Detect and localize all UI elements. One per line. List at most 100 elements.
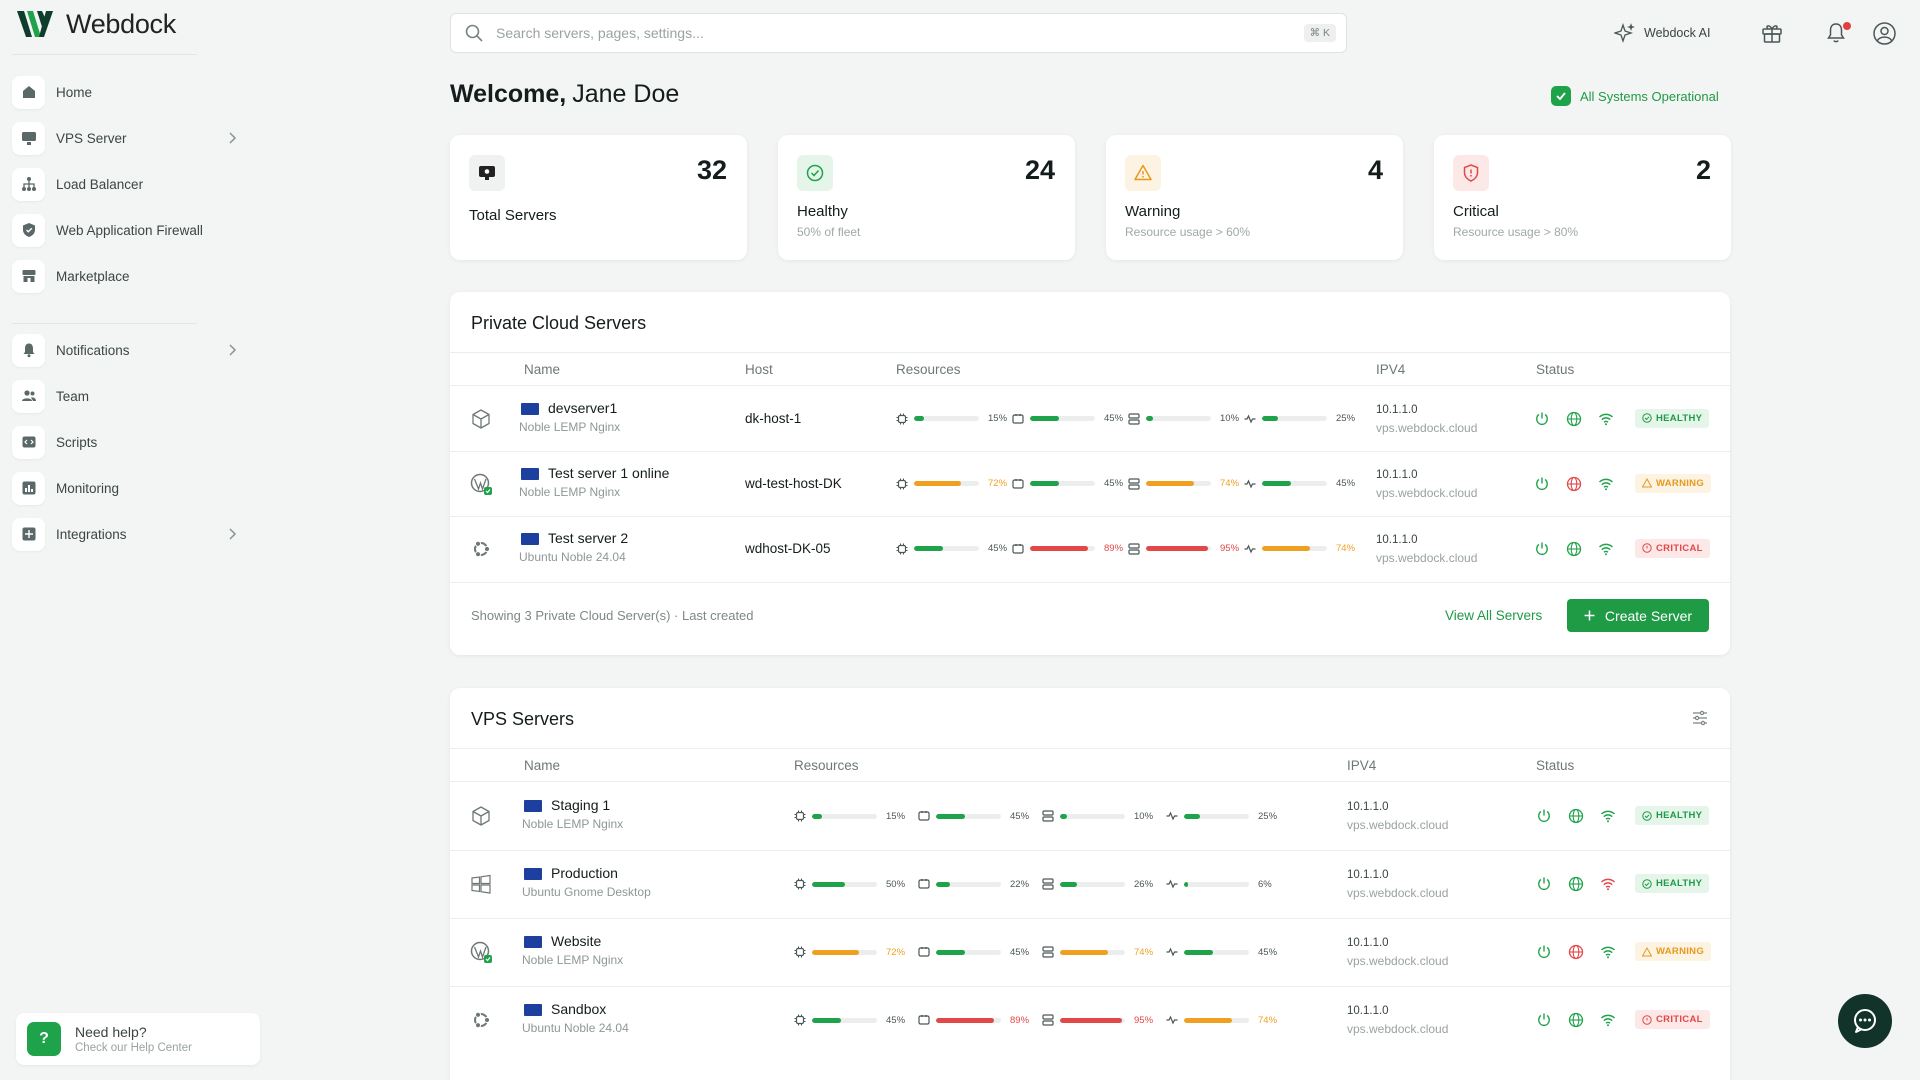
table-row[interactable]: devserver1 Noble LEMP Nginx dk-host-1 15% 45… — [450, 386, 1730, 451]
chevron-right-icon — [229, 132, 237, 144]
column-header-ipv4[interactable]: IPV4 — [1376, 362, 1405, 377]
cpu-icon — [794, 810, 806, 822]
server-name[interactable]: Website — [551, 933, 601, 949]
webdock-ai-button[interactable]: Webdock AI — [1614, 22, 1710, 44]
globe-icon[interactable] — [1566, 541, 1582, 557]
home-icon — [12, 75, 45, 109]
power-icon[interactable] — [1536, 876, 1552, 892]
server-name[interactable]: Production — [551, 865, 618, 881]
resource-meter: 45% — [918, 946, 1032, 958]
status-label: HEALTHY — [1656, 810, 1703, 821]
sidebar-item-vps-server[interactable]: VPS Server — [12, 118, 252, 158]
table-row[interactable]: Staging 1 Noble LEMP Nginx 15% 45% 10% 25% 10.… — [450, 782, 1730, 850]
system-status[interactable]: All Systems Operational — [1551, 86, 1719, 106]
chat-support-button[interactable] — [1838, 994, 1892, 1048]
gift-icon[interactable] — [1760, 21, 1784, 45]
power-icon[interactable] — [1536, 808, 1552, 824]
column-header-name[interactable]: Name — [524, 758, 560, 773]
wifi-icon[interactable] — [1600, 1012, 1616, 1028]
ip-address: 10.1.1.0 — [1347, 801, 1389, 813]
stat-card-critical[interactable]: 2 Critical Resource usage > 80% — [1434, 135, 1731, 260]
power-icon[interactable] — [1534, 411, 1550, 427]
usage-bar-fill — [936, 881, 951, 887]
cpu-icon — [896, 413, 908, 425]
sidebar-item-monitoring[interactable]: Monitoring — [12, 468, 252, 508]
power-icon[interactable] — [1534, 476, 1550, 492]
storage-icon — [1128, 477, 1140, 490]
column-header-name[interactable]: Name — [524, 362, 560, 377]
column-header-host[interactable]: Host — [745, 362, 773, 377]
stat-card-healthy[interactable]: 24 Healthy 50% of fleet — [778, 135, 1075, 260]
sidebar-item-home[interactable]: Home — [12, 72, 252, 112]
sidebar-item-load-balancer[interactable]: Load Balancer — [12, 164, 252, 204]
sidebar-item-notifications[interactable]: Notifications — [12, 330, 252, 370]
usage-bar — [914, 481, 979, 486]
sidebar-item-label: VPS Server — [56, 130, 127, 146]
storage-icon — [1128, 412, 1140, 425]
panel-title: VPS Servers — [471, 709, 575, 729]
sidebar-item-scripts[interactable]: Scripts — [12, 422, 252, 462]
globe-icon[interactable] — [1568, 944, 1584, 960]
usage-percent: 72% — [886, 946, 906, 958]
globe-icon[interactable] — [1566, 476, 1582, 492]
stat-card-total[interactable]: 32 Total Servers — [450, 135, 747, 260]
view-all-servers-link[interactable]: View All Servers — [1445, 608, 1542, 623]
wifi-icon[interactable] — [1600, 808, 1616, 824]
power-icon[interactable] — [1536, 944, 1552, 960]
column-header-status[interactable]: Status — [1536, 362, 1574, 377]
server-name[interactable]: Test server 2 — [548, 530, 628, 546]
globe-icon[interactable] — [1568, 876, 1584, 892]
search-input[interactable]: Search servers, pages, settings... — [496, 25, 704, 41]
usage-percent: 45% — [1010, 810, 1030, 822]
usage-bar-fill — [914, 546, 944, 551]
usage-bar — [812, 813, 877, 819]
stat-card-warning[interactable]: 4 Warning Resource usage > 60% — [1106, 135, 1403, 260]
table-row[interactable]: Sandbox Ubuntu Noble 24.04 45% 89% 95% 74% 10.… — [450, 986, 1730, 1054]
sidebar-item-marketplace[interactable]: Marketplace — [12, 256, 252, 296]
sidebar-item-integrations[interactable]: Integrations — [12, 514, 252, 554]
globe-icon[interactable] — [1568, 1012, 1584, 1028]
help-card[interactable]: ? Need help? Check our Help Center — [16, 1013, 260, 1065]
logo[interactable]: Webdock — [16, 8, 176, 40]
divider — [450, 748, 1730, 749]
server-domain: vps.webdock.cloud — [1347, 886, 1449, 900]
usage-percent: 15% — [886, 810, 906, 822]
power-icon[interactable] — [1534, 541, 1550, 557]
wifi-icon[interactable] — [1598, 541, 1614, 557]
server-os: Noble LEMP Nginx — [519, 419, 621, 434]
wifi-icon[interactable] — [1598, 411, 1614, 427]
globe-icon[interactable] — [1568, 808, 1584, 824]
server-name[interactable]: devserver1 — [548, 400, 617, 416]
resource-meter: 45% — [794, 1014, 908, 1026]
server-name[interactable]: Sandbox — [551, 1001, 606, 1017]
create-server-button[interactable]: Create Server — [1567, 599, 1709, 632]
status-badge: WARNING — [1635, 473, 1712, 493]
table-row[interactable]: Test server 1 online Noble LEMP Nginx wd-t… — [450, 451, 1730, 516]
server-name[interactable]: Staging 1 — [551, 797, 610, 813]
globe-icon[interactable] — [1566, 411, 1582, 427]
resource-meter: 74% — [1244, 543, 1358, 555]
filter-settings-icon[interactable] — [1691, 709, 1709, 727]
usage-bar — [1060, 813, 1125, 819]
column-header-resources[interactable]: Resources — [896, 362, 961, 377]
table-row[interactable]: Website Noble LEMP Nginx 72% 45% 74% 45% 10.1.… — [450, 918, 1730, 986]
column-header-status[interactable]: Status — [1536, 758, 1574, 773]
column-header-resources[interactable]: Resources — [794, 758, 859, 773]
usage-percent: 95% — [1134, 1014, 1154, 1026]
status-badge: HEALTHY — [1635, 408, 1710, 428]
user-avatar-icon[interactable] — [1872, 21, 1897, 46]
search-bar[interactable]: Search servers, pages, settings... ⌘ K — [450, 13, 1347, 53]
usage-bar-fill — [1060, 881, 1077, 887]
resource-meter: 74% — [1042, 946, 1156, 958]
wifi-icon[interactable] — [1600, 944, 1616, 960]
usage-bar — [1146, 546, 1211, 551]
sidebar-item-team[interactable]: Team — [12, 376, 252, 416]
table-row[interactable]: Production Ubuntu Gnome Desktop 50% 22% 26% 6… — [450, 850, 1730, 918]
sidebar-item-web-application-firewall[interactable]: Web Application Firewall — [12, 210, 252, 250]
power-icon[interactable] — [1536, 1012, 1552, 1028]
table-row[interactable]: Test server 2 Ubuntu Noble 24.04 wdhost-DK… — [450, 516, 1730, 581]
wifi-icon[interactable] — [1600, 876, 1616, 892]
column-header-ipv4[interactable]: IPV4 — [1347, 758, 1376, 773]
server-name[interactable]: Test server 1 online — [548, 465, 669, 481]
wifi-icon[interactable] — [1598, 476, 1614, 492]
